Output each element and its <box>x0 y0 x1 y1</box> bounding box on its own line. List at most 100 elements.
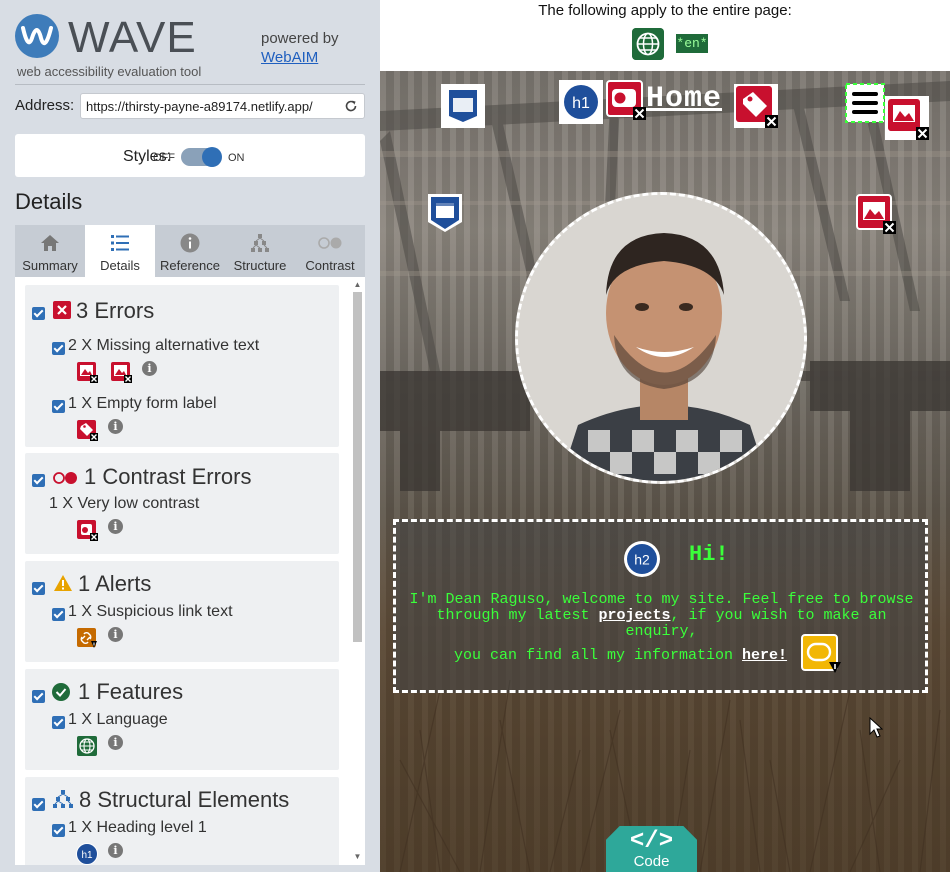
tab-label: Contrast <box>305 258 355 273</box>
address-label: Address: <box>15 97 75 114</box>
styles-toggle[interactable] <box>181 147 222 167</box>
suspicious-link-checkbox[interactable] <box>52 608 65 621</box>
missing-alt-icon[interactable] <box>856 194 896 234</box>
alerts-checkbox[interactable] <box>32 582 45 595</box>
language-checkbox[interactable] <box>52 716 65 729</box>
tab-structure[interactable]: Structure <box>225 225 295 277</box>
svg-text:h2: h2 <box>634 552 650 568</box>
h2-icon[interactable]: h2 <box>623 540 661 578</box>
here-link[interactable]: here! <box>742 647 787 664</box>
low-contrast-icon[interactable] <box>76 519 98 541</box>
empty-label-item[interactable]: 1 X Empty form label <box>68 395 217 413</box>
missing-alt-icon[interactable] <box>885 96 929 140</box>
evaluated-page: The following apply to the entire page: … <box>380 0 950 872</box>
empty-label-checkbox[interactable] <box>52 400 65 413</box>
feature-check-icon <box>52 683 70 701</box>
styles-on-label: ON <box>228 152 245 164</box>
h1-icon[interactable]: h1 <box>76 843 98 865</box>
tab-label: Details <box>100 258 140 273</box>
tab-label: Structure <box>233 258 287 273</box>
missing-alt-checkbox[interactable] <box>52 342 65 355</box>
info-icon[interactable]: i <box>108 735 123 750</box>
structure-title: 8 Structural Elements <box>79 787 290 812</box>
missing-alt-item[interactable]: 2 X Missing alternative text <box>68 337 259 355</box>
tab-details[interactable]: Details <box>85 225 155 277</box>
code-icon: </> <box>629 828 674 855</box>
errors-checkbox[interactable] <box>32 307 45 320</box>
scroll-up-icon[interactable]: ▲ <box>353 281 362 289</box>
hamburger-menu-icon[interactable] <box>845 83 885 123</box>
tab-contrast[interactable]: Contrast <box>295 225 365 277</box>
contrast-group: 1 Contrast Errors 1 X Very low contrast … <box>25 453 339 554</box>
reload-icon[interactable] <box>344 99 358 113</box>
missing-alt-icon[interactable] <box>110 361 132 383</box>
wave-tagline: web accessibility evaluation tool <box>17 64 202 79</box>
wave-logo-icon <box>15 14 59 58</box>
error-icon <box>53 301 71 319</box>
language-icon[interactable] <box>76 735 98 757</box>
tab-reference[interactable]: Reference <box>155 225 225 277</box>
language-badge: *en* <box>676 34 708 53</box>
alerts-title: 1 Alerts <box>78 571 152 596</box>
suspicious-link-icon[interactable] <box>801 634 841 674</box>
info-icon[interactable]: i <box>142 361 157 376</box>
intro-heading: Hi! <box>689 542 729 567</box>
intro-paragraph: I'm Dean Raguso, welcome to my site. Fee… <box>404 592 919 640</box>
details-scrollbar[interactable]: ▲ ▼ <box>352 281 363 861</box>
page-level-banner: The following apply to the entire page: … <box>380 0 950 71</box>
contrast-icon <box>318 237 342 249</box>
webaim-link[interactable]: WebAIM <box>261 49 318 66</box>
empty-form-label-icon[interactable] <box>76 419 98 441</box>
code-button[interactable]: </> Code <box>606 826 697 872</box>
powered-by: powered by WebAIM <box>261 29 339 67</box>
details-heading: Details <box>15 189 83 214</box>
tab-label: Summary <box>22 258 78 273</box>
structure-checkbox[interactable] <box>32 798 45 811</box>
empty-form-label-icon[interactable] <box>734 84 778 128</box>
address-input[interactable]: https://thirsty-payne-a89174.netlify.app… <box>80 93 365 119</box>
language-icon[interactable] <box>632 28 664 60</box>
powered-by-text: powered by <box>261 30 339 47</box>
info-icon[interactable]: i <box>108 519 123 534</box>
low-contrast-icon[interactable] <box>606 80 646 120</box>
projects-link[interactable]: projects <box>598 607 670 624</box>
intro-paragraph-2: you can find all my information here! <box>454 647 787 664</box>
info-icon[interactable]: i <box>108 843 123 858</box>
wave-sidebar: WAVE web accessibility evaluation tool p… <box>0 0 380 872</box>
h1-icon[interactable]: h1 <box>559 80 603 124</box>
banner-text: The following apply to the entire page: <box>538 2 792 19</box>
features-checkbox[interactable] <box>32 690 45 703</box>
wave-tabs: Summary Details Reference Structure Cont… <box>15 225 365 277</box>
heading1-checkbox[interactable] <box>52 824 65 837</box>
missing-alt-icon[interactable] <box>76 361 98 383</box>
styles-toggle-box: Styles: OFF ON <box>15 134 365 177</box>
suspicious-link-item[interactable]: 1 X Suspicious link text <box>68 603 233 621</box>
heading1-item[interactable]: 1 X Heading level 1 <box>68 819 207 837</box>
language-item[interactable]: 1 X Language <box>68 711 168 729</box>
svg-text:h1: h1 <box>572 95 590 112</box>
contrast-checkbox[interactable] <box>32 474 45 487</box>
profile-photo <box>515 192 807 484</box>
info-icon[interactable]: i <box>108 627 123 642</box>
intro-text: you can find all my information <box>454 647 743 664</box>
low-contrast-item[interactable]: 1 X Very low contrast <box>49 495 199 513</box>
tab-label: Reference <box>160 258 220 273</box>
structure-icon <box>53 790 73 808</box>
page-heading-home: Home <box>646 82 723 116</box>
styles-off-label: OFF <box>153 152 175 164</box>
structure-group: 8 Structural Elements 1 X Heading level … <box>25 777 339 865</box>
navigation-region-icon[interactable] <box>425 192 465 234</box>
scroll-thumb[interactable] <box>353 292 362 642</box>
toggle-knob <box>202 147 222 167</box>
scroll-down-icon[interactable]: ▼ <box>353 853 362 861</box>
home-icon <box>41 235 59 251</box>
suspicious-link-icon[interactable] <box>76 627 98 649</box>
contrast-title: 1 Contrast Errors <box>84 464 252 489</box>
info-icon[interactable]: i <box>108 419 123 434</box>
header-region-icon[interactable] <box>441 84 485 128</box>
tab-summary[interactable]: Summary <box>15 225 85 277</box>
wave-logo-text: WAVE <box>68 13 197 62</box>
hierarchy-icon <box>251 234 269 252</box>
svg-text:h1: h1 <box>81 850 93 861</box>
wave-logo[interactable]: WAVE web accessibility evaluation tool p… <box>15 14 375 84</box>
